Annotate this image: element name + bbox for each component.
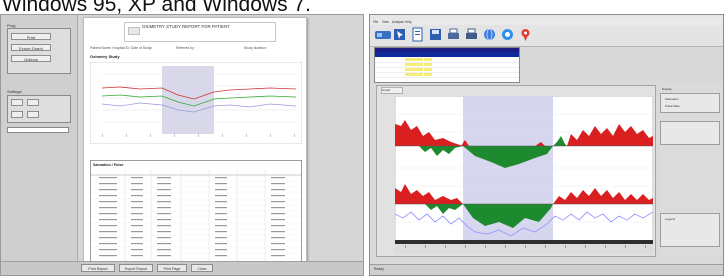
report-table: Saturation / Pulse xyxy=(90,160,302,264)
right-statusbar: Ready xyxy=(370,264,723,275)
option-pulse-rate[interactable]: Pulse Rate xyxy=(665,104,680,108)
report-title: OXIMETRY STUDY REPORT FOR PATIENT xyxy=(142,24,230,29)
legend-title: Legend xyxy=(665,217,676,221)
close-button[interactable]: Close xyxy=(191,264,213,272)
printer-alt-icon[interactable] xyxy=(464,27,479,42)
printer-icon[interactable] xyxy=(446,27,461,42)
oximetry-plot[interactable] xyxy=(395,96,653,244)
pin-icon[interactable] xyxy=(518,27,533,42)
report-table-title: Saturation / Pulse xyxy=(93,163,124,167)
left-statusbar: Print Report Export Report Print Page Cl… xyxy=(1,261,363,275)
legend-box: Legend xyxy=(660,213,720,247)
right-toolbar xyxy=(370,25,723,47)
display-options-box: Saturation Pulse Rate xyxy=(660,93,720,113)
help-icon[interactable] xyxy=(500,27,515,42)
graph-window: Graph xyxy=(376,85,656,257)
globe-icon[interactable] xyxy=(482,27,497,42)
study-list-grid[interactable] xyxy=(374,47,520,83)
report-logo xyxy=(128,27,140,35)
display-panel: Display Saturation Pulse Rate Legend xyxy=(660,85,722,257)
display-panel-title: Display xyxy=(662,87,672,91)
export-graph-button[interactable]: Export Graph xyxy=(11,44,51,51)
print-button[interactable]: Print xyxy=(11,33,51,40)
display-settings-box xyxy=(660,121,720,145)
wand-icon[interactable] xyxy=(374,27,392,42)
report-document: OXIMETRY STUDY REPORT FOR PATIENT Patien… xyxy=(83,17,307,265)
sidebar-group2-label: Settings xyxy=(7,89,22,94)
print-page-button[interactable]: Print Page xyxy=(157,264,187,272)
left-screenshot: Prog Print Export Graph Options Settings… xyxy=(0,14,364,276)
settings-toggle-a[interactable] xyxy=(11,99,23,106)
report-section-title: Oximetry Study xyxy=(90,54,120,59)
graph-tab[interactable]: Graph xyxy=(381,87,403,94)
document-icon[interactable] xyxy=(410,27,425,42)
report-meta-right: Study duration: xyxy=(244,46,267,50)
settings-field[interactable] xyxy=(7,127,69,133)
report-chart xyxy=(90,62,302,144)
left-sidebar: Prog Print Export Graph Options Settings xyxy=(1,15,78,263)
cursor-icon[interactable] xyxy=(392,27,407,42)
options-button[interactable]: Options xyxy=(11,55,51,62)
export-report-button[interactable]: Export Report xyxy=(119,264,153,272)
right-screenshot: File View Analysis Help Graph Display Sa… xyxy=(369,14,724,276)
time-axis xyxy=(395,244,653,254)
print-report-button[interactable]: Print Report xyxy=(81,264,115,272)
option-saturation[interactable]: Saturation xyxy=(665,97,679,101)
report-table-grid xyxy=(91,169,301,263)
report-meta-mid: Referred by: xyxy=(176,46,195,50)
status-text: Ready xyxy=(374,267,384,271)
report-meta-left: Patient Name: Hospital ID: Date of Study… xyxy=(90,46,153,50)
settings-toggle-b[interactable] xyxy=(27,99,39,106)
table-row[interactable] xyxy=(375,73,519,78)
settings-toggle-c[interactable] xyxy=(11,111,23,118)
settings-toggle-d[interactable] xyxy=(27,111,39,118)
study-list-selected-row[interactable] xyxy=(375,52,519,57)
save-icon[interactable] xyxy=(428,27,443,42)
